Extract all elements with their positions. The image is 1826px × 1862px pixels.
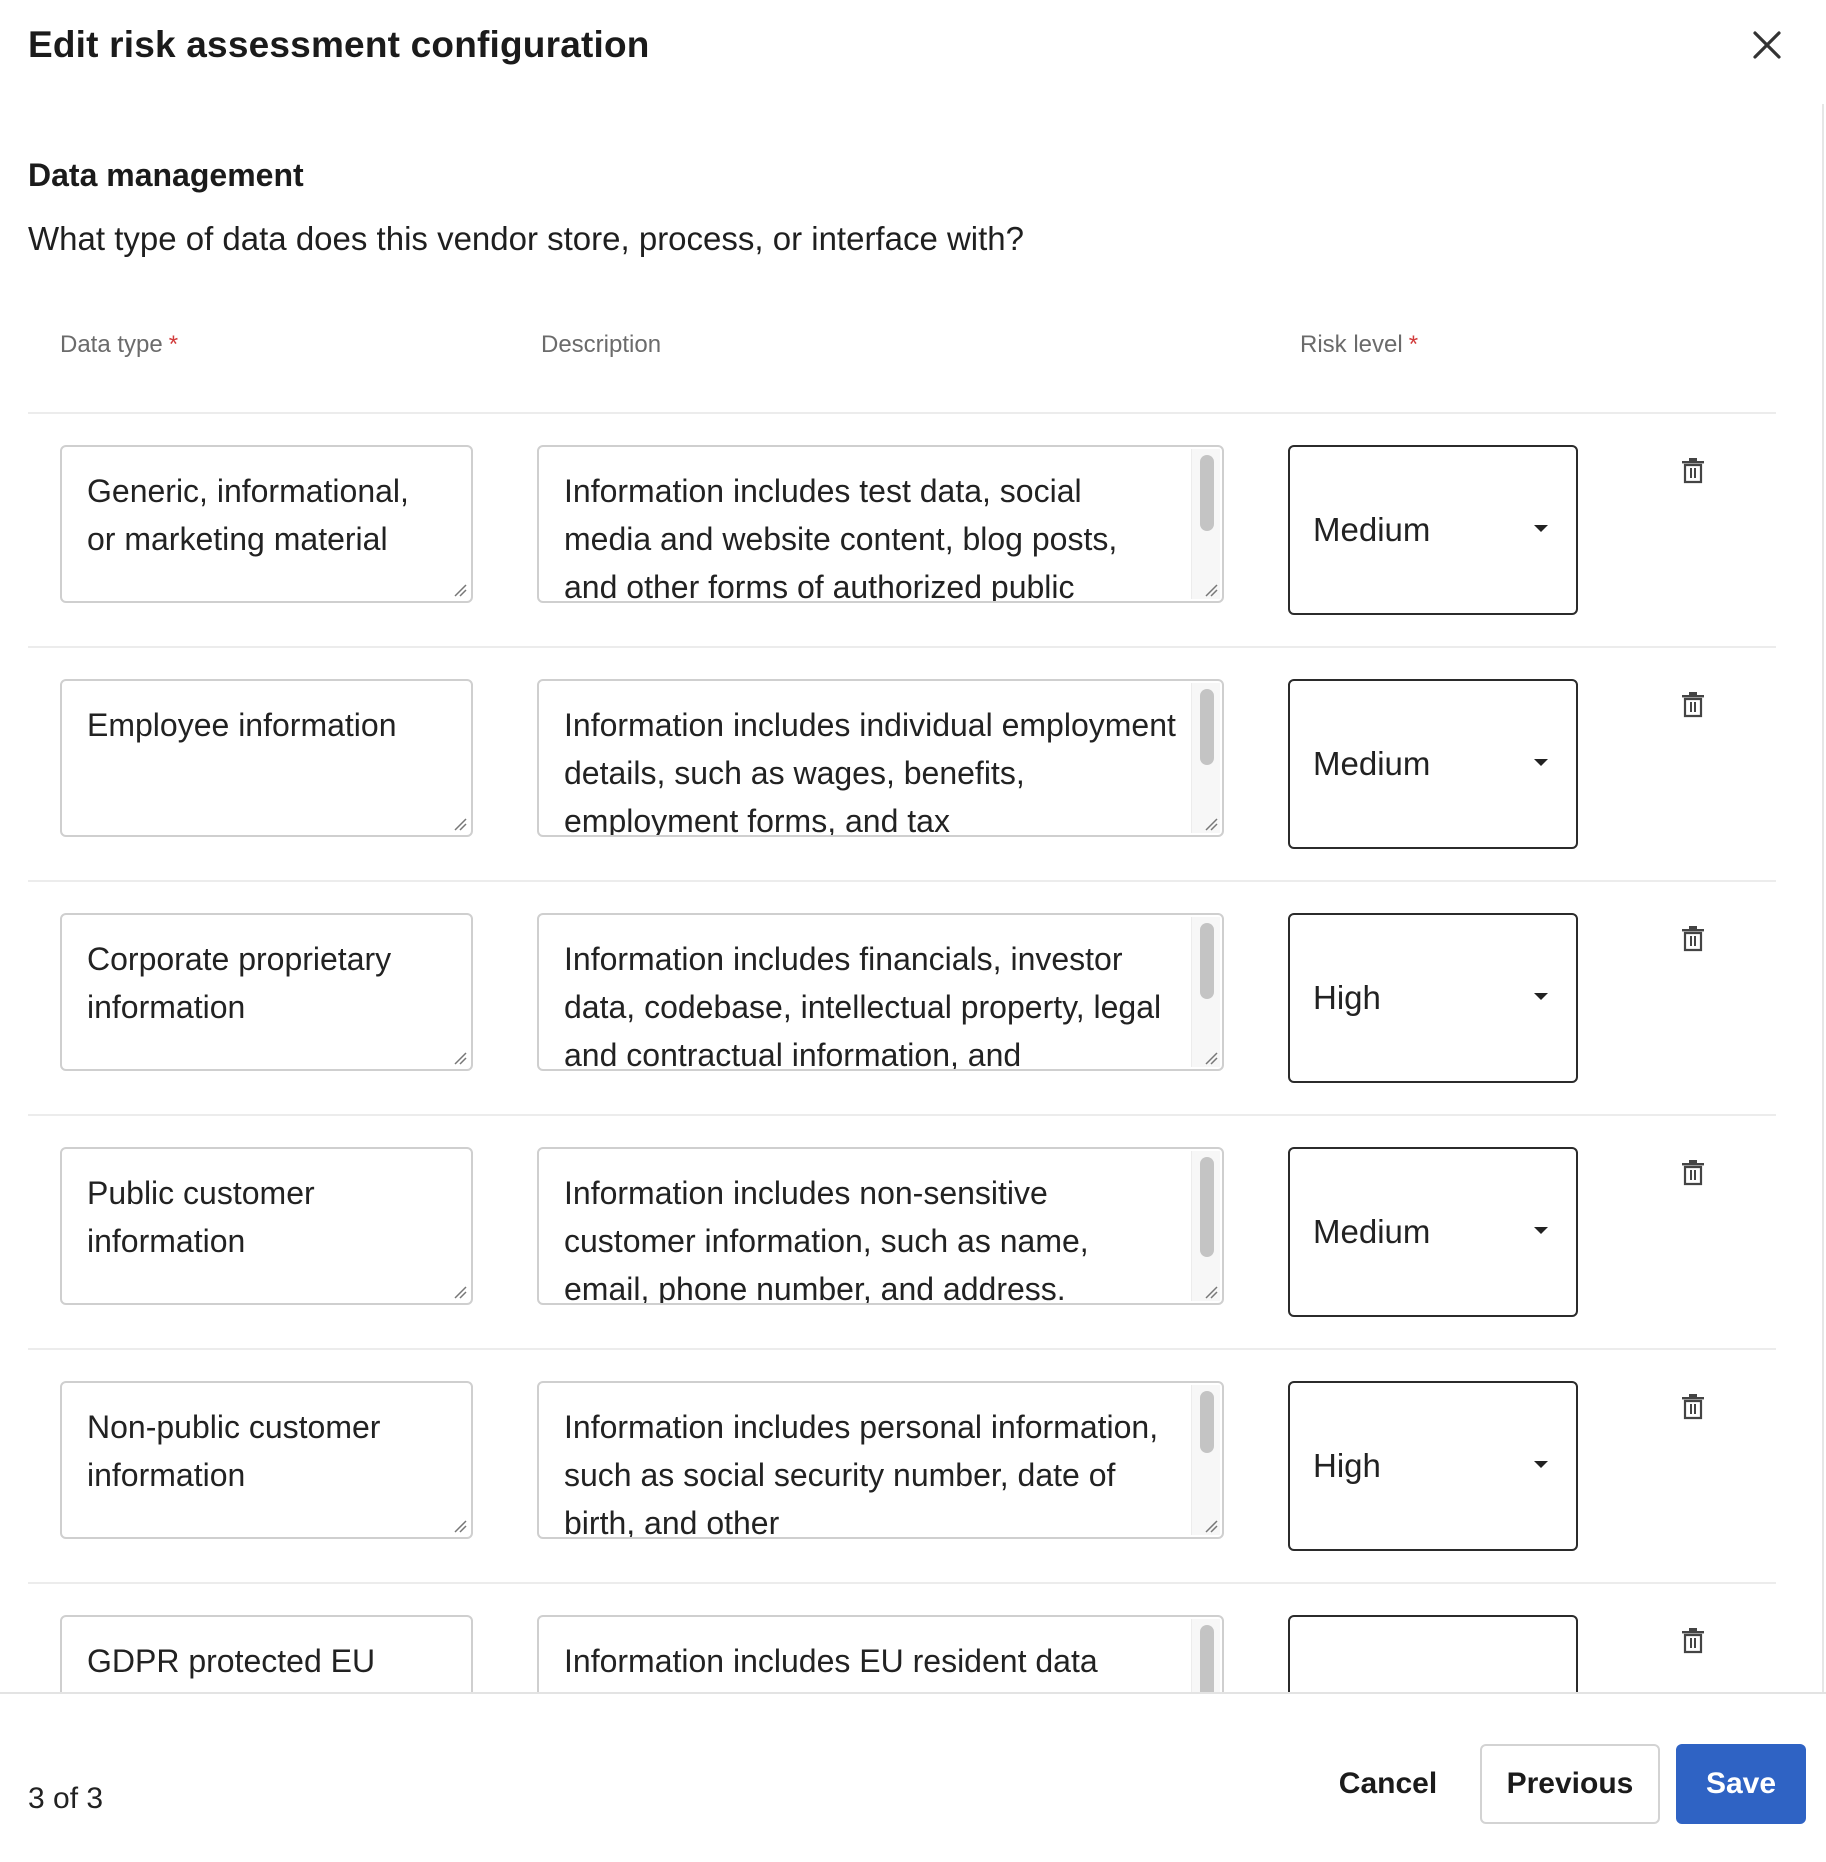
textarea-scrollbar[interactable] (1191, 1619, 1220, 1692)
description-textarea[interactable]: Information includes test data, social m… (537, 445, 1224, 603)
scrollbar-thumb[interactable] (1200, 455, 1214, 531)
scrollbar-thumb[interactable] (1200, 1157, 1214, 1257)
caret-down-icon (1534, 1461, 1548, 1468)
data-type-textarea[interactable]: Generic, informational, or marketing mat… (60, 445, 473, 603)
risk-level-value: Medium (1313, 1213, 1431, 1250)
risk-level-value: High (1313, 979, 1381, 1016)
trash-icon (1682, 692, 1704, 718)
delete-row-button[interactable] (1676, 1623, 1710, 1659)
textarea-scrollbar[interactable] (1191, 917, 1220, 1067)
delete-row-button[interactable] (1676, 1389, 1710, 1425)
risk-level-select[interactable]: Medium (1288, 1147, 1578, 1317)
delete-row-button[interactable] (1676, 687, 1710, 723)
trash-icon (1682, 1160, 1704, 1186)
resize-grip-icon[interactable] (1202, 1283, 1218, 1299)
trash-icon (1682, 1394, 1704, 1420)
data-type-textarea[interactable]: GDPR protected EU (60, 1615, 473, 1692)
description-text: Information includes financials, investo… (564, 941, 1162, 1071)
risk-level-select[interactable]: Medium (1288, 445, 1578, 615)
textarea-scrollbar[interactable] (1191, 1385, 1220, 1535)
trash-icon (1682, 1628, 1704, 1654)
risk-level-select[interactable]: Medium (1288, 679, 1578, 849)
risk-level-value: Medium (1313, 511, 1431, 548)
data-type-text: Employee information (87, 707, 397, 743)
caret-down-icon (1534, 1227, 1548, 1234)
description-textarea[interactable]: Information includes EU resident data (537, 1615, 1224, 1692)
description-textarea[interactable]: Information includes personal informatio… (537, 1381, 1224, 1539)
caret-down-icon (1534, 993, 1548, 1000)
description-textarea[interactable]: Information includes individual employme… (537, 679, 1224, 837)
scrollbar-thumb[interactable] (1200, 689, 1214, 765)
data-type-rows: Generic, informational, or marketing mat… (0, 0, 1826, 1692)
data-type-text: Corporate proprietary information (87, 941, 392, 1025)
resize-grip-icon[interactable] (1202, 1517, 1218, 1533)
description-text: Information includes non-sensitive custo… (564, 1175, 1089, 1305)
risk-level-select[interactable]: High (1288, 913, 1578, 1083)
scrollbar-thumb[interactable] (1200, 1391, 1214, 1453)
textarea-scrollbar[interactable] (1191, 1151, 1220, 1301)
resize-grip-icon[interactable] (1202, 581, 1218, 597)
data-type-textarea[interactable]: Public customer information (60, 1147, 473, 1305)
risk-level-value: High (1313, 1447, 1381, 1484)
caret-down-icon (1534, 759, 1548, 766)
data-type-text: GDPR protected EU (87, 1643, 376, 1679)
resize-grip-icon[interactable] (451, 1049, 467, 1065)
resize-grip-icon[interactable] (451, 581, 467, 597)
resize-grip-icon[interactable] (451, 815, 467, 831)
save-button[interactable]: Save (1676, 1744, 1806, 1824)
description-textarea[interactable]: Information includes non-sensitive custo… (537, 1147, 1224, 1305)
data-type-textarea[interactable]: Corporate proprietary information (60, 913, 473, 1071)
data-type-textarea[interactable]: Non-public customer information (60, 1381, 473, 1539)
scrollbar-thumb[interactable] (1200, 923, 1214, 999)
resize-grip-icon[interactable] (451, 1283, 467, 1299)
risk-level-select[interactable]: High (1288, 1381, 1578, 1551)
textarea-scrollbar[interactable] (1191, 449, 1220, 599)
trash-icon (1682, 458, 1704, 484)
dialog-footer: 3 of 3 Cancel Previous Save (0, 1692, 1826, 1862)
delete-row-button[interactable] (1676, 1155, 1710, 1191)
data-type-textarea[interactable]: Employee information (60, 679, 473, 837)
description-text: Information includes test data, social m… (564, 473, 1118, 603)
description-text: Information includes individual employme… (564, 707, 1176, 837)
description-text: Information includes EU resident data (564, 1643, 1098, 1679)
table-row: Non-public customer information Informat… (0, 1349, 1826, 1583)
resize-grip-icon[interactable] (451, 1517, 467, 1533)
step-indicator: 3 of 3 (28, 1782, 104, 1815)
table-row: Corporate proprietary information Inform… (0, 881, 1826, 1115)
table-row: GDPR protected EU Information includes E… (0, 1583, 1826, 1692)
cancel-button[interactable]: Cancel (1318, 1744, 1458, 1824)
delete-row-button[interactable] (1676, 453, 1710, 489)
resize-grip-icon[interactable] (1202, 815, 1218, 831)
caret-down-icon (1534, 525, 1548, 532)
delete-row-button[interactable] (1676, 921, 1710, 957)
data-type-text: Non-public customer information (87, 1409, 381, 1493)
description-text: Information includes personal informatio… (564, 1409, 1159, 1539)
resize-grip-icon[interactable] (1202, 1049, 1218, 1065)
trash-icon (1682, 926, 1704, 952)
table-row: Public customer information Information … (0, 1115, 1826, 1349)
risk-level-select[interactable] (1288, 1615, 1578, 1692)
data-type-text: Generic, informational, or marketing mat… (87, 473, 409, 557)
table-row: Generic, informational, or marketing mat… (0, 413, 1826, 647)
description-textarea[interactable]: Information includes financials, investo… (537, 913, 1224, 1071)
table-row: Employee information Information include… (0, 647, 1826, 881)
risk-assessment-dialog: Edit risk assessment configuration Data … (0, 0, 1826, 1862)
scrollbar-thumb[interactable] (1200, 1625, 1214, 1692)
previous-button[interactable]: Previous (1480, 1744, 1660, 1824)
textarea-scrollbar[interactable] (1191, 683, 1220, 833)
data-type-text: Public customer information (87, 1175, 315, 1259)
risk-level-value: Medium (1313, 745, 1431, 782)
